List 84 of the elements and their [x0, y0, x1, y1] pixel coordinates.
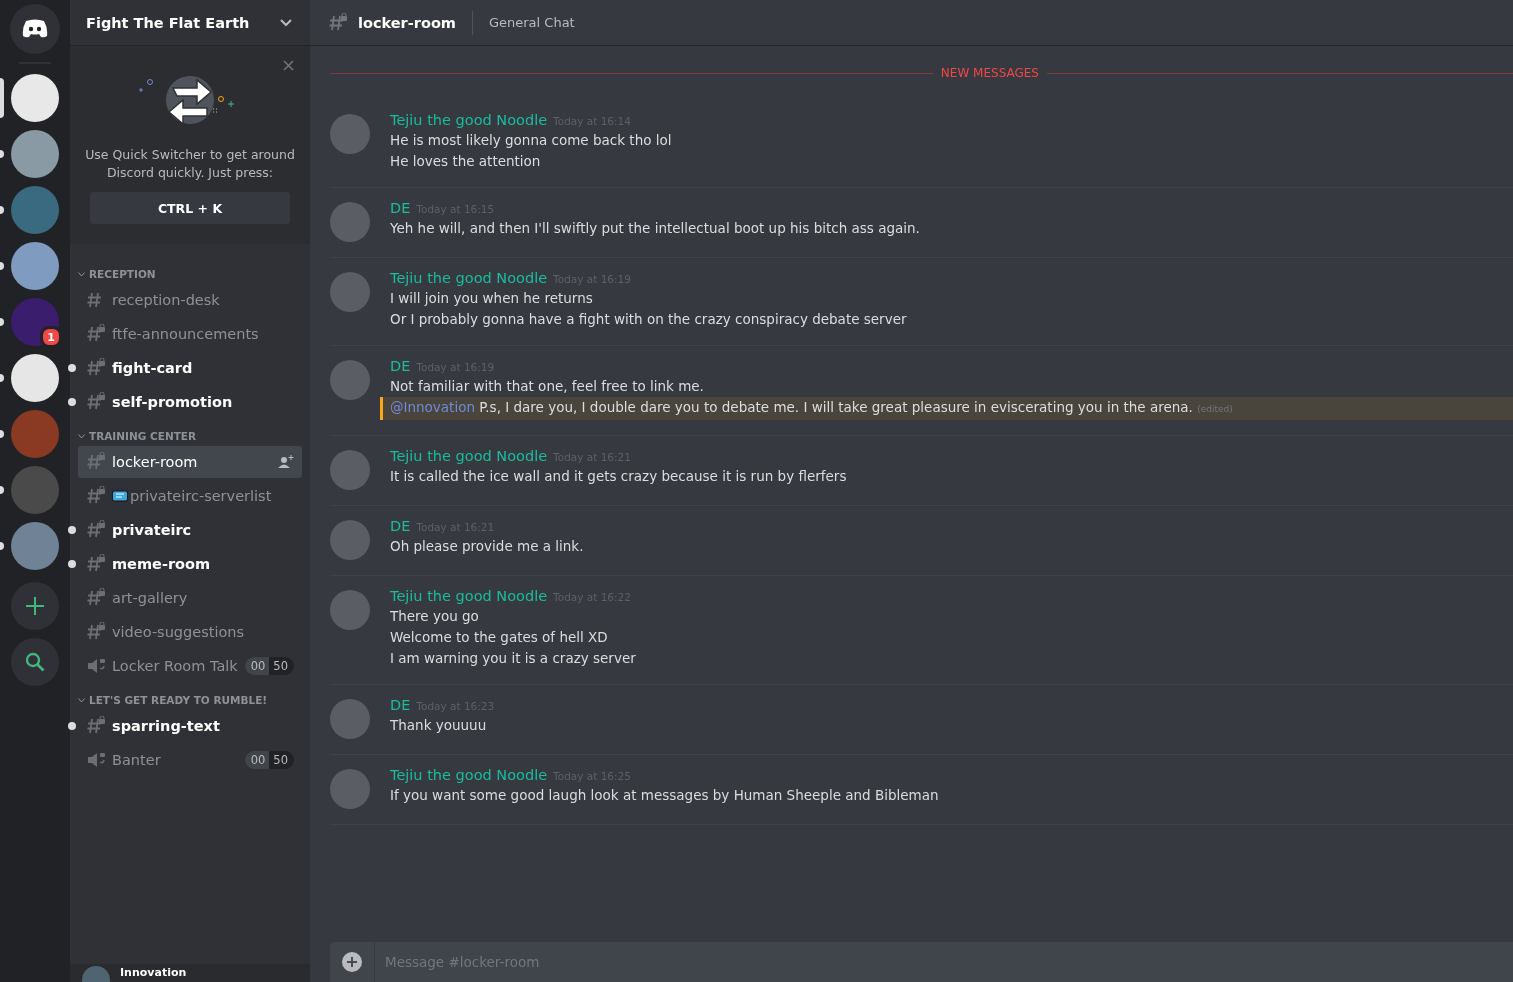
game-controller-icon	[21, 19, 49, 39]
channel-title: locker-room	[358, 14, 456, 31]
message-text: He is most likely gonna come back tho lol	[390, 131, 673, 150]
author-name[interactable]: Tejiu the good Noodle	[390, 112, 548, 128]
avatar-photo	[330, 450, 370, 490]
search-icon	[25, 652, 45, 672]
plus-icon	[342, 952, 362, 972]
user-limit: 50	[272, 752, 289, 769]
add-member-icon	[278, 455, 294, 469]
author-name[interactable]: Tejiu the good Noodle	[390, 767, 548, 783]
channel-item[interactable]: fight-card	[78, 352, 302, 384]
new-messages-label: NEW MESSAGES	[939, 66, 1040, 80]
channel-item[interactable]: Locker Room Talk 00 50	[78, 650, 302, 682]
message-text: Thank youuuu	[390, 716, 488, 735]
unread-dot	[68, 526, 76, 534]
unread-dot	[68, 560, 76, 568]
author-name[interactable]: Tejiu the good Noodle	[390, 448, 548, 464]
channel-topic: General Chat	[488, 15, 575, 30]
username: Innovation	[120, 965, 187, 981]
message-text: He loves the attention	[390, 152, 542, 171]
author-name[interactable]: DE	[390, 358, 411, 374]
avatar-photo	[330, 114, 370, 154]
author-name[interactable]: Tejiu the good Noodle	[390, 588, 548, 604]
channel-item[interactable]: privateirc	[78, 514, 302, 546]
channel-item[interactable]: ftfe-announcements	[78, 318, 302, 350]
message-text: Oh please provide me a link.	[390, 537, 585, 556]
channel-item[interactable]: locker-room	[78, 446, 302, 478]
tip-text: Use Quick Switcher to get around Discord quickly. Just press:	[85, 146, 295, 182]
avatar-photo	[330, 769, 370, 809]
mention-link[interactable]: @Innovation	[390, 399, 475, 415]
message-text: Welcome to the gates of hell XD	[390, 628, 609, 647]
channel-item[interactable]: meme-room	[78, 548, 302, 580]
user-count: 00	[244, 751, 270, 769]
author-name[interactable]: Tejiu the good Noodle	[390, 270, 548, 286]
channel-item[interactable]: art-gallery	[78, 582, 302, 614]
plus-icon	[25, 596, 45, 616]
unread-dot	[68, 722, 76, 730]
channel-item[interactable]: reception-desk	[78, 284, 302, 316]
chevron-down-icon	[280, 18, 292, 27]
message-text: If you want some good laugh look at messages by Human Sheeple and Bibleman	[390, 786, 940, 805]
server-icon[interactable]	[11, 74, 59, 122]
message-text: It is called the ice wall and it gets crazy because it is run by flerfers	[390, 467, 848, 486]
close-icon	[283, 60, 294, 71]
avatar-photo	[330, 202, 370, 242]
author-name[interactable]: DE	[390, 200, 411, 216]
author-name[interactable]: DE	[390, 697, 411, 713]
chevron-down-icon	[78, 697, 85, 703]
category-header[interactable]: RECEPTION	[78, 262, 302, 284]
channel-item[interactable]: video-suggestions	[78, 616, 302, 648]
message-text: I am warning you it is a crazy server	[390, 649, 637, 668]
unread-dot	[68, 398, 76, 406]
avatar-photo	[330, 590, 370, 630]
category-header[interactable]: TRAINING CENTER	[78, 424, 302, 446]
search-button[interactable]	[11, 638, 59, 686]
notification-badge: 1	[40, 326, 62, 348]
message-text: I will join you when he returns	[390, 289, 594, 308]
server-icon[interactable]	[11, 242, 59, 290]
category-header[interactable]: LET'S GET READY TO RUMBLE!	[78, 688, 302, 710]
home-button[interactable]	[10, 4, 60, 54]
server-icon[interactable]	[11, 354, 59, 402]
shortcut-button[interactable]: CTRL + K	[90, 192, 290, 224]
avatar-photo	[330, 520, 370, 560]
unread-dot	[68, 364, 76, 372]
server-icon[interactable]	[11, 130, 59, 178]
user-limit: 50	[272, 658, 289, 675]
author-name[interactable]: DE	[390, 518, 411, 534]
avatar-photo	[330, 360, 370, 400]
channel-item[interactable]: privateirc-serverlist	[78, 480, 302, 512]
message-text: Yeh he will, and then I'll swiftly put the intellectual boot up his bitch ass again.	[390, 219, 921, 238]
chevron-down-icon	[78, 433, 85, 439]
channel-item[interactable]: sparring-text	[78, 710, 302, 742]
channel-item[interactable]: self-promotion	[78, 386, 302, 418]
avatar-photo	[330, 272, 370, 312]
message-text: Or I probably gonna have a fight with on the crazy conspiracy debate server	[390, 310, 908, 329]
chevron-down-icon	[78, 271, 85, 277]
user-count: 00	[244, 657, 270, 675]
channel-item[interactable]: Banter 00 50	[78, 744, 302, 776]
add-server-button[interactable]	[11, 582, 59, 630]
close-button[interactable]	[281, 58, 296, 73]
message-text: @Innovation P.s, I dare you, I double dare you to debate me. I will take great pleasure in eviscerating you in the arena. (edited)	[380, 397, 1513, 420]
avatar-photo	[330, 699, 370, 739]
locked-hash-icon	[328, 12, 348, 33]
message-text: Not familiar with that one, feel free to link me.	[390, 377, 705, 396]
message-text: There you go	[390, 607, 480, 626]
